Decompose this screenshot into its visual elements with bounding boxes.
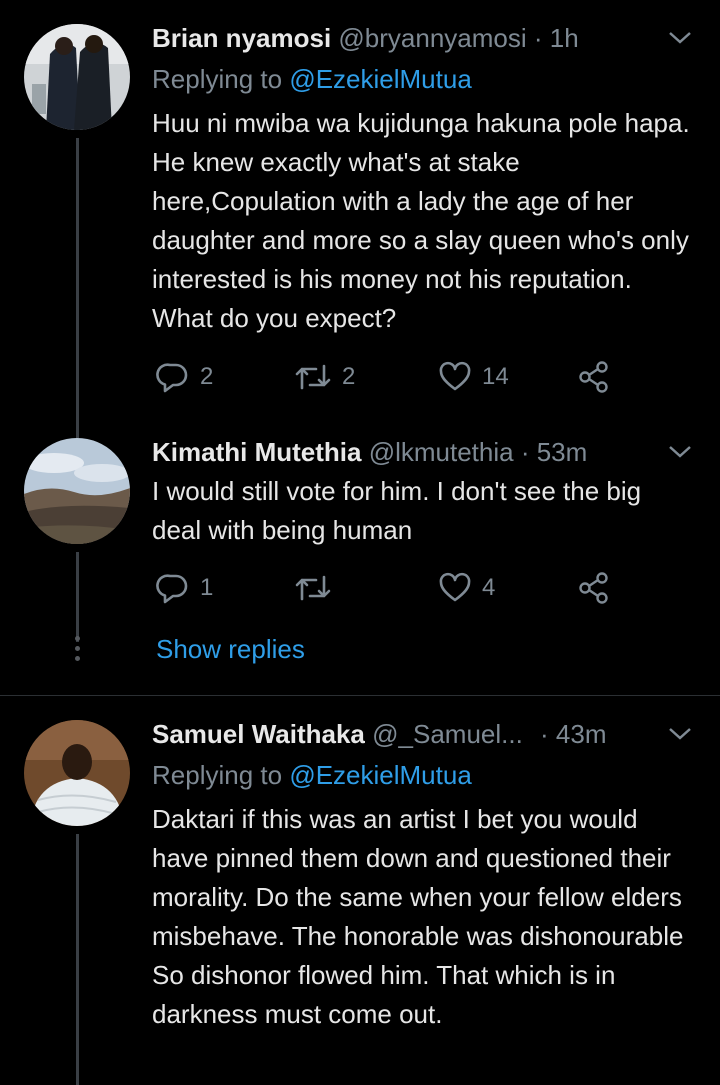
share-icon — [578, 571, 610, 605]
avatar-brian[interactable] — [24, 24, 130, 130]
chevron-down-icon[interactable] — [666, 18, 694, 58]
retweet-icon — [294, 571, 332, 605]
tweet-actions: 1 4 — [152, 568, 632, 608]
user-handle[interactable]: @bryannyamosi — [338, 23, 526, 53]
tweet-kimathi[interactable]: Kimathi Mutethia @lkmutethia · 53m I wou… — [0, 430, 720, 695]
replying-prefix: Replying to — [152, 64, 290, 94]
display-name[interactable]: Brian nyamosi — [152, 23, 331, 53]
share-button[interactable] — [578, 568, 610, 608]
display-name[interactable]: Samuel Waithaka — [152, 719, 365, 749]
tweet-header: Samuel Waithaka @_Samuel... · 43m — [152, 714, 696, 754]
replying-to: Replying to @EzekielMutua — [152, 756, 472, 794]
tweet-text: Huu ni mwiba wa kujidunga hakuna pole ha… — [152, 108, 690, 333]
reply-button[interactable]: 2 — [156, 357, 213, 397]
chevron-down-icon[interactable] — [666, 714, 694, 754]
user-handle[interactable]: @_Samuel... — [372, 719, 523, 749]
thread-line — [76, 430, 79, 438]
mention-link[interactable]: @EzekielMutua — [289, 760, 471, 790]
chevron-down-icon[interactable] — [666, 432, 694, 472]
reply-icon — [156, 571, 190, 605]
thread-line — [76, 834, 79, 1085]
retweet-icon — [294, 360, 332, 394]
tweet-header: Brian nyamosi @bryannyamosi · 1h — [152, 18, 696, 58]
reply-count: 2 — [200, 363, 214, 390]
replying-to: Replying to @EzekielMutua — [152, 60, 472, 98]
like-button[interactable]: 14 — [438, 357, 509, 397]
tweet-brian[interactable]: Brian nyamosi @bryannyamosi · 1h Replyin… — [0, 0, 720, 430]
avatar-kimathi[interactable] — [24, 438, 130, 544]
tweet-samuel[interactable]: Samuel Waithaka @_Samuel... · 43m Replyi… — [0, 696, 720, 1085]
like-icon — [438, 360, 472, 394]
tweet-text: I would still vote for him. I don't see … — [152, 476, 642, 545]
display-name[interactable]: Kimathi Mutethia — [152, 437, 361, 467]
avatar-samuel[interactable] — [24, 720, 130, 826]
like-button[interactable]: 4 — [438, 568, 495, 608]
share-button[interactable] — [578, 357, 610, 397]
retweet-button[interactable]: 2 — [294, 357, 355, 397]
show-replies-link[interactable]: Show replies — [156, 634, 305, 665]
timestamp[interactable]: · 43m — [540, 719, 606, 749]
tweet-actions: 2 2 14 — [152, 357, 632, 397]
tweet-header: Kimathi Mutethia @lkmutethia · 53m — [152, 432, 696, 472]
replying-prefix: Replying to — [152, 760, 290, 790]
reply-icon — [156, 360, 190, 394]
mention-link[interactable]: @EzekielMutua — [289, 64, 471, 94]
reply-count: 1 — [200, 574, 214, 601]
retweet-count: 2 — [342, 363, 356, 390]
user-handle[interactable]: @lkmutethia — [369, 437, 514, 467]
like-count: 4 — [482, 574, 496, 601]
thread-dots — [74, 636, 82, 666]
timestamp[interactable]: · 1h — [534, 23, 579, 53]
like-count: 14 — [482, 363, 509, 390]
reply-button[interactable]: 1 — [156, 568, 213, 608]
share-icon — [578, 360, 610, 394]
like-icon — [438, 571, 472, 605]
retweet-button[interactable] — [294, 568, 342, 608]
thread-line — [76, 138, 79, 430]
thread-line — [76, 552, 79, 642]
timestamp[interactable]: · 53m — [521, 437, 587, 467]
tweet-text: Daktari if this was an artist I bet you … — [152, 804, 684, 1029]
